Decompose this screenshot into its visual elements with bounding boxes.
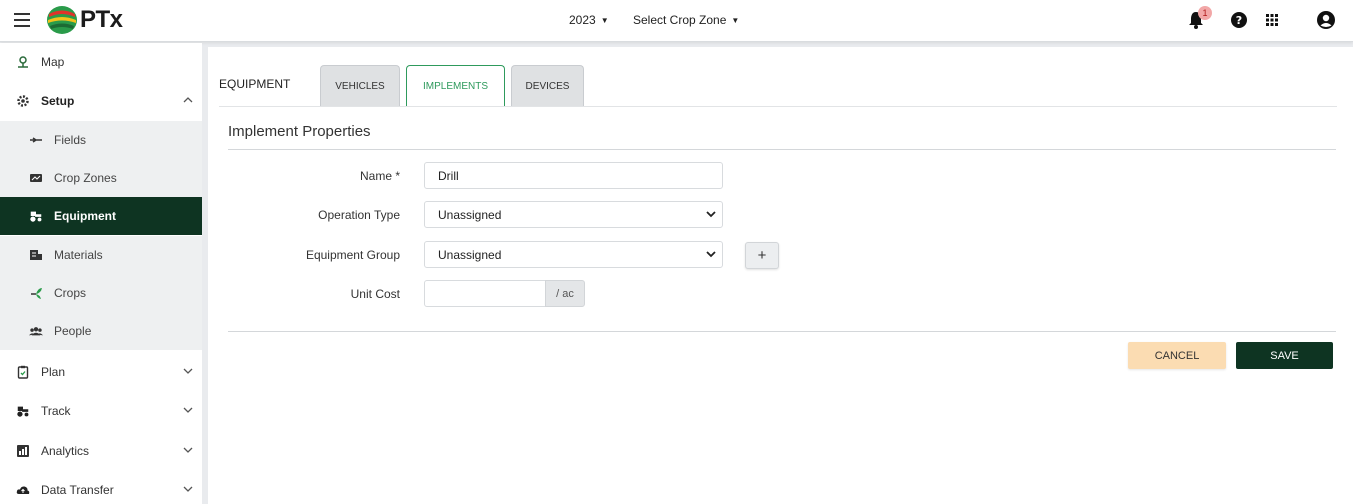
- ptx-logo[interactable]: PTx: [45, 5, 123, 35]
- chevron-down-icon: [183, 445, 193, 457]
- caret-down-icon: ▼: [600, 16, 609, 25]
- sidebar-item-label: Data Transfer: [41, 483, 114, 497]
- sidebar-item-label: Crops: [54, 286, 87, 300]
- year-select[interactable]: 2023 ▼: [569, 13, 609, 27]
- help-icon[interactable]: ?: [1229, 10, 1249, 30]
- sidebar-item-label: Setup: [41, 94, 75, 108]
- unit-cost-label: Unit Cost: [350, 287, 400, 301]
- form-divider: [228, 331, 1336, 332]
- operation-type-value: Unassigned: [438, 207, 502, 222]
- year-value: 2023: [569, 13, 596, 27]
- name-label: Name *: [359, 169, 400, 183]
- account-icon[interactable]: [1316, 10, 1336, 30]
- tractor-icon: [29, 209, 43, 223]
- crop-zone-value: Select Crop Zone: [633, 13, 727, 27]
- caret-down-icon: ▼: [731, 16, 740, 25]
- operation-type-label: Operation Type: [318, 208, 400, 222]
- sidebar-item-materials[interactable]: Materials: [0, 236, 202, 274]
- cloud-icon: [16, 483, 30, 497]
- sidebar-item-label: Materials: [54, 248, 103, 262]
- sidebar-item-label: Map: [41, 55, 65, 69]
- unit-cost-unit: / ac: [545, 280, 585, 307]
- sidebar-item-equipment[interactable]: Equipment: [0, 197, 202, 235]
- name-value: Drill: [438, 168, 459, 183]
- sidebar-item-crops[interactable]: Crops: [0, 274, 202, 312]
- sidebar-item-fields[interactable]: Fields: [0, 121, 202, 159]
- chevron-down-icon: [183, 366, 193, 378]
- notification-badge: 1: [1198, 6, 1212, 20]
- sidebar-item-plan[interactable]: Plan: [0, 353, 202, 391]
- sidebar-item-label: Equipment: [54, 209, 116, 223]
- heading-divider: [228, 149, 1336, 150]
- sidebar-item-label: People: [54, 324, 92, 338]
- svg-text:?: ?: [1236, 14, 1242, 27]
- materials-icon: [29, 248, 43, 262]
- tab-vehicles[interactable]: VEHICLES: [320, 65, 400, 107]
- sidebar-item-map[interactable]: Map: [0, 43, 202, 81]
- sidebar-item-crop-zones[interactable]: Crop Zones: [0, 159, 202, 197]
- chevron-up-icon: [183, 95, 193, 107]
- tractor-icon: [16, 404, 30, 418]
- crops-icon: [29, 286, 43, 300]
- sidebar-item-label: Plan: [41, 365, 66, 379]
- sidebar-item-setup[interactable]: Setup: [0, 82, 202, 120]
- chevron-down-icon: [183, 405, 193, 417]
- sidebar: Map Setup Fields Crop Zones Equipment Ma…: [0, 43, 202, 504]
- tab-divider: [219, 106, 1337, 107]
- crop-zones-icon: [29, 171, 43, 185]
- tab-devices[interactable]: DEVICES: [511, 65, 584, 107]
- main-panel: EQUIPMENT VEHICLES IMPLEMENTS DEVICES Im…: [208, 47, 1353, 504]
- chevron-down-icon: [183, 484, 193, 496]
- operation-type-select[interactable]: Unassigned: [424, 201, 723, 228]
- sidebar-item-data-transfer[interactable]: Data Transfer: [0, 471, 202, 504]
- crop-zone-select[interactable]: Select Crop Zone ▼: [633, 13, 739, 27]
- sidebar-item-people[interactable]: People: [0, 312, 202, 350]
- equipment-group-value: Unassigned: [438, 247, 502, 262]
- chevron-down-icon: [706, 211, 716, 218]
- gear-icon: [16, 94, 30, 108]
- equipment-group-label: Equipment Group: [305, 248, 400, 262]
- sidebar-item-label: Fields: [54, 133, 87, 147]
- people-icon: [29, 324, 43, 338]
- analytics-icon: [16, 444, 30, 458]
- clipboard-icon: [16, 365, 30, 379]
- add-equipment-group-button[interactable]: +: [745, 242, 779, 269]
- sidebar-item-label: Crop Zones: [54, 171, 117, 185]
- page-title: Implement Properties: [228, 123, 371, 140]
- top-bar: PTx 2023 ▼ Select Crop Zone ▼ 1 ?: [0, 0, 1353, 42]
- save-button[interactable]: SAVE: [1236, 342, 1333, 369]
- sidebar-item-track[interactable]: Track: [0, 392, 202, 430]
- field-icon: [29, 133, 43, 147]
- equipment-group-select[interactable]: Unassigned: [424, 241, 723, 268]
- tab-implements[interactable]: IMPLEMENTS: [406, 65, 505, 107]
- sidebar-item-label: Analytics: [41, 444, 90, 458]
- section-label: EQUIPMENT: [219, 77, 291, 91]
- unit-cost-input[interactable]: [424, 280, 546, 307]
- ptx-logo-mark: [47, 6, 77, 34]
- menu-icon[interactable]: [14, 13, 30, 27]
- sidebar-item-label: Track: [41, 404, 71, 418]
- chevron-down-icon: [706, 251, 716, 258]
- cancel-button[interactable]: CANCEL: [1128, 342, 1226, 369]
- map-pin-icon: [16, 55, 30, 69]
- sidebar-item-analytics[interactable]: Analytics: [0, 432, 202, 470]
- apps-grid-icon[interactable]: [1262, 10, 1282, 30]
- logo-text: PTx: [80, 6, 123, 33]
- name-field[interactable]: Drill: [424, 162, 723, 189]
